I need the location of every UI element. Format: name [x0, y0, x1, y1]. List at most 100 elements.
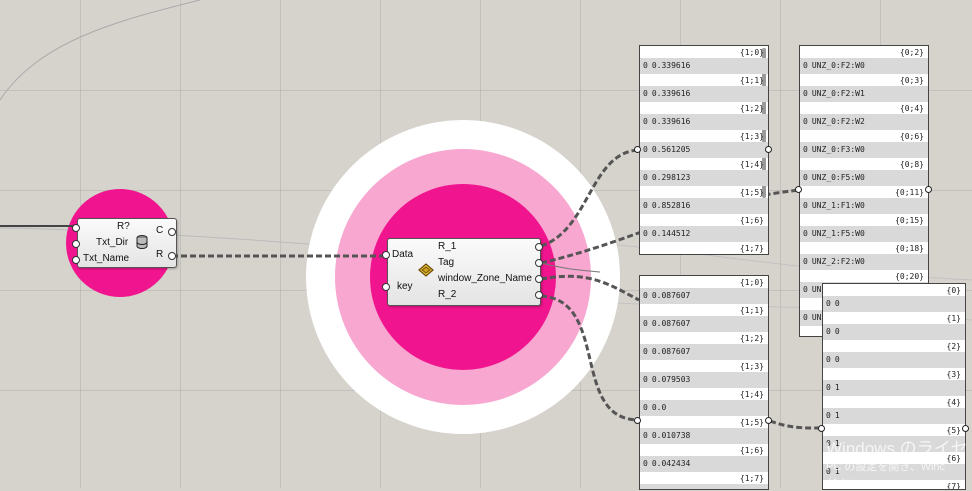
item-value: 0.298123: [651, 173, 691, 182]
item-value: 0: [834, 327, 840, 336]
item-index: 0: [803, 117, 808, 126]
output-grip[interactable]: [535, 275, 543, 283]
branch-path: {1;3}: [739, 132, 764, 141]
item-value: 1: [834, 411, 840, 420]
branch-path: {0}: [946, 286, 961, 295]
branch-path: {1;2}: [739, 334, 764, 343]
panel-output-grip[interactable]: [925, 186, 932, 193]
item-value: 0.339616: [651, 117, 691, 126]
item-index: 0: [803, 313, 808, 322]
input-grip[interactable]: [72, 224, 80, 232]
panel-value-cell: 00: [823, 352, 965, 368]
item-value: UN: [811, 285, 822, 294]
item-value: 0.042434: [651, 459, 691, 468]
item-index: 0: [803, 285, 808, 294]
output-grip[interactable]: [535, 259, 543, 267]
item-value: 1: [834, 383, 840, 392]
panel-output-grip[interactable]: [962, 425, 969, 432]
item-index: 0: [643, 431, 648, 440]
panel-input-grip[interactable]: [634, 417, 641, 424]
branch-path: {1;1}: [739, 306, 764, 315]
panel-value-cell: 0 0.339616: [640, 58, 768, 74]
output-grip[interactable]: [168, 252, 176, 260]
item-value: UNZ_0:F3:W0: [811, 145, 865, 154]
panel-value-cell: 0 0.079503: [640, 372, 768, 388]
input-label-txt-dir: Txt_Dir: [96, 237, 129, 248]
panel-value-cell: 0 UNZ_1:F1:W0: [800, 198, 928, 214]
item-value: UNZ_2:F2:W0: [811, 257, 865, 266]
panel-input-grip[interactable]: [634, 146, 641, 153]
output-grip[interactable]: [168, 228, 176, 236]
item-value: 0.010738: [651, 431, 691, 440]
item-index: 0: [803, 61, 808, 70]
panel-row: {0;18} 0 UNZ_2:F2:W0: [800, 242, 928, 270]
item-value: 0.144512: [651, 229, 691, 238]
output-grip[interactable]: [535, 243, 543, 251]
item-value: 0: [834, 299, 840, 308]
panel-row: {1;2} 0 0.087607: [640, 332, 768, 360]
panel-output-grip[interactable]: [765, 417, 772, 424]
panel-row: {0} 0 0: [823, 284, 965, 312]
input-grip[interactable]: [382, 283, 390, 291]
output-label-c: C: [156, 225, 164, 236]
panel-c[interactable]: {1;0} 0 0.087607 {1;1} 0 0.087607 {1;2} 0 0.0876…: [639, 275, 769, 490]
panel-output-grip[interactable]: [765, 146, 772, 153]
panel-row: {0;2} 0 UNZ_0:F2:W0: [800, 46, 928, 74]
panel-row: {0;3} 0 UNZ_0:F2:W1: [800, 74, 928, 102]
item-index: 0: [826, 327, 831, 336]
branch-path: {1;1}: [739, 76, 764, 85]
activation-watermark-title: Windows のライセ: [826, 439, 968, 458]
item-value: UNZ_0:F5:W0: [811, 173, 865, 182]
item-index: 0: [643, 145, 648, 154]
panel-row: {0;11} 0 UNZ_1:F1:W0: [800, 186, 928, 214]
branch-path: {1;2}: [739, 104, 764, 113]
branch-path: {0;4}: [899, 104, 924, 113]
item-value: UNZ_0:F2:W1: [811, 89, 865, 98]
item-value: 0.079503: [651, 375, 691, 384]
item-index: 0: [643, 319, 648, 328]
item-index: 0: [643, 173, 648, 182]
output-label-window-zone-name: window_Zone_Name: [438, 273, 532, 284]
item-index: 0: [643, 229, 648, 238]
item-index: 0: [643, 375, 648, 384]
item-value: 0: [834, 355, 840, 364]
panel-input-grip[interactable]: [795, 186, 802, 193]
wire-panel-c-to-panel-d[interactable]: [769, 419, 823, 430]
panel-value-cell: 0 UNZ_0:F2:W2: [800, 114, 928, 130]
panel-value-cell: 0 UNZ_1:F5:W0: [800, 226, 928, 242]
input-grip[interactable]: [72, 240, 80, 248]
item-index: 0: [803, 89, 808, 98]
branch-path: {1;7}: [739, 474, 764, 483]
branch-path: {1;0}: [739, 48, 764, 57]
branch-path: {1;7}: [739, 244, 764, 253]
panel-value-cell: 0 UNZ_0:F2:W0: [800, 58, 928, 74]
panel-value-cell: 0 UNZ_2:F2:W0: [800, 254, 928, 270]
item-value: UN: [811, 313, 822, 322]
panel-row: {0;6} 0 UNZ_0:F3:W0: [800, 130, 928, 158]
panel-value-cell: 01: [823, 408, 965, 424]
activation-watermark-text: ださい。: [826, 478, 870, 490]
item-index: 0: [803, 257, 808, 266]
item-value: UNZ_1:F5:W0: [811, 229, 865, 238]
input-label-data: Data: [392, 249, 414, 260]
panel-row: {1;7}: [640, 472, 768, 489]
panel-value-cell: 0 UNZ_0:F2:W1: [800, 86, 928, 102]
output-label-r2: R_2: [438, 289, 457, 300]
panel-value-cell: 0 0.339616: [640, 114, 768, 130]
input-grip[interactable]: [382, 251, 390, 259]
output-label-tag: Tag: [438, 257, 455, 268]
panel-a[interactable]: {1;0} 0 0.339616 {1;1} 0 0.339616 {1;2} 0 0.3396…: [639, 45, 769, 255]
item-index: 0: [826, 355, 831, 364]
panel-value-cell: 0 0.087607: [640, 316, 768, 332]
item-index: 0: [643, 291, 648, 300]
panel-value-cell: 00: [823, 324, 965, 340]
panel-row: {1;2} 0 0.339616: [640, 102, 768, 130]
activation-watermark-text: PC の設定を開き、Winc: [826, 461, 946, 473]
panel-input-grip[interactable]: [818, 425, 825, 432]
item-index: 0: [803, 145, 808, 154]
output-grip[interactable]: [535, 291, 543, 299]
panel-value-cell: 0 UNZ_0:F3:W0: [800, 142, 928, 158]
item-value: UNZ_0:F2:W2: [811, 117, 865, 126]
branch-path: {0;2}: [899, 48, 924, 57]
input-grip[interactable]: [72, 256, 80, 264]
